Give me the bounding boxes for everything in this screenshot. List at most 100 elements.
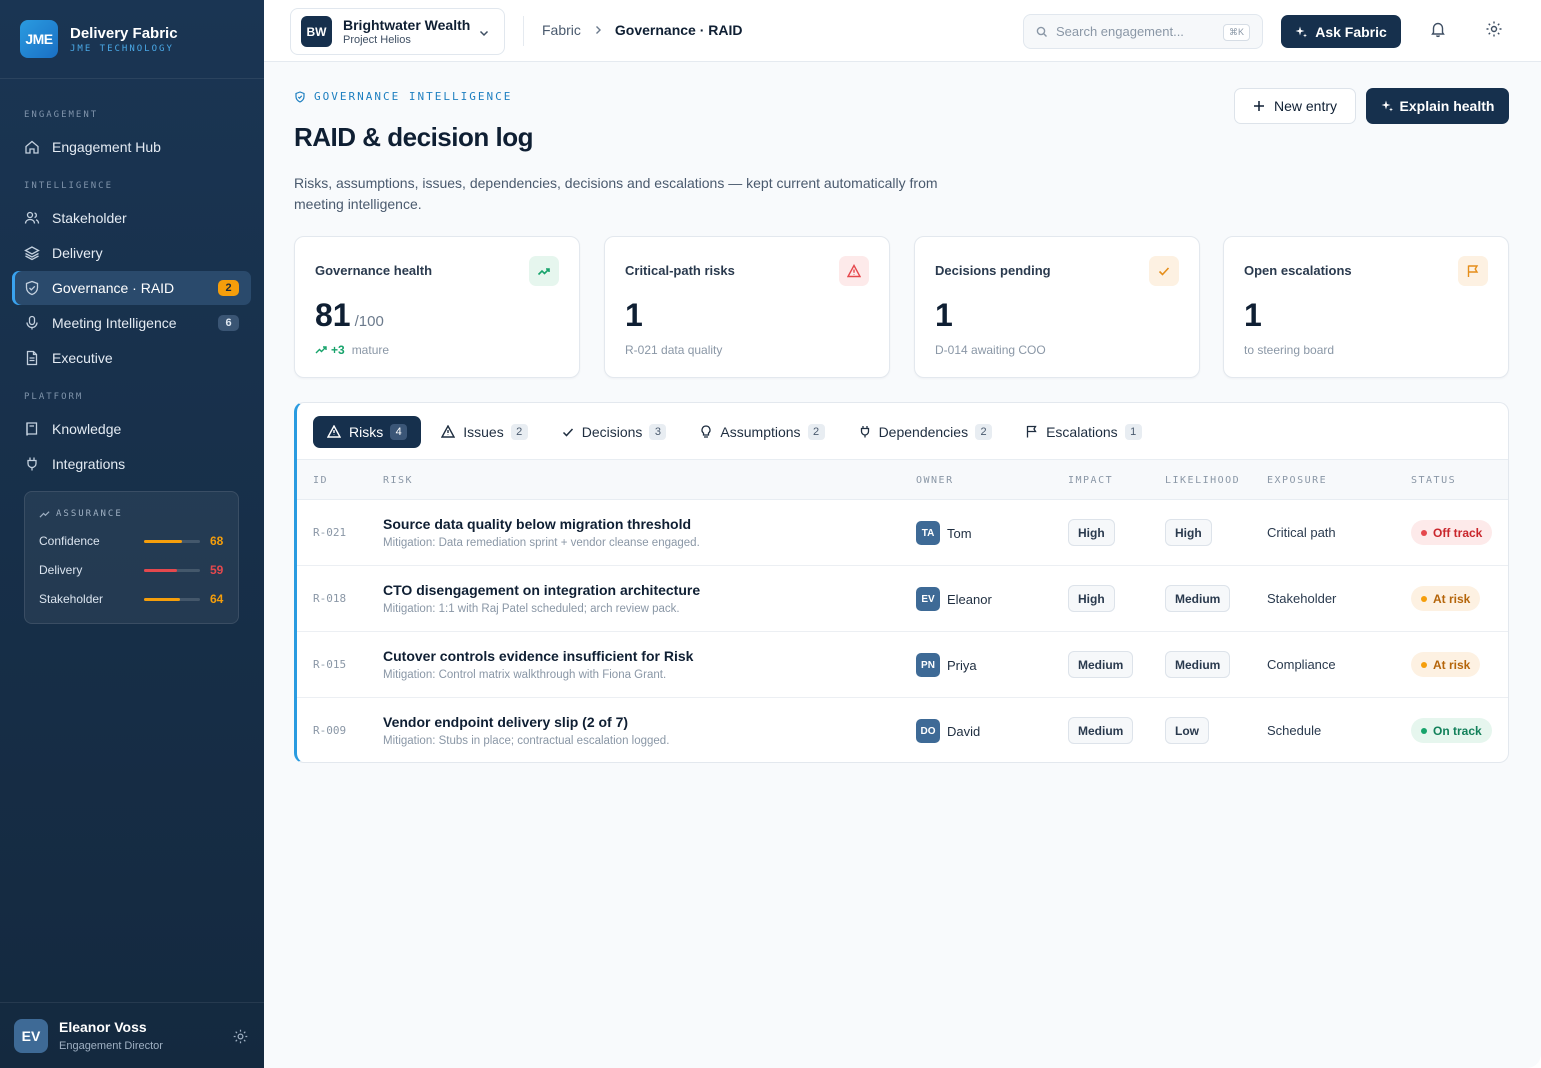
kpi-card-governance-health[interactable]: Governance health 81/100 +3 mature (294, 236, 580, 378)
engagement-badge: BW (301, 16, 332, 47)
tab-issues[interactable]: Issues 2 (427, 416, 541, 448)
table-row[interactable]: R-015 Cutover controls evidence insuffici… (297, 632, 1508, 698)
user-name: Eleanor Voss (59, 1019, 147, 1035)
owner-name: Eleanor (947, 591, 992, 607)
search-box[interactable]: ⌘K (1023, 14, 1263, 49)
section-label-intelligence: INTELLIGENCE (24, 181, 114, 191)
tab-escalations[interactable]: Escalations 1 (1012, 416, 1156, 448)
status-label: On track (1433, 723, 1482, 738)
book-icon (24, 421, 40, 437)
risk-mitigation: Mitigation: Control matrix walkthrough w… (383, 669, 667, 681)
column-header-exposure[interactable]: EXPOSURE (1267, 475, 1327, 486)
column-header-status[interactable]: STATUS (1411, 475, 1456, 486)
sidebar-item-integrations[interactable]: Integrations (12, 447, 251, 481)
user-role: Engagement Director (59, 1040, 163, 1052)
flag-icon (1458, 256, 1488, 286)
breadcrumb-parent[interactable]: Fabric (542, 22, 581, 38)
shield-icon (294, 90, 306, 103)
search-input[interactable] (1056, 24, 1216, 39)
status-label: At risk (1433, 591, 1471, 606)
risk-exposure: Compliance (1267, 657, 1336, 672)
sidebar-item-stakeholder[interactable]: Stakeholder (12, 201, 251, 235)
tab-dependencies[interactable]: Dependencies 2 (845, 416, 1007, 448)
status-dot (1421, 529, 1427, 536)
kpi-value: 1 (625, 297, 643, 333)
assurance-label: Delivery (39, 563, 83, 577)
risk-title[interactable]: Vendor endpoint delivery slip (2 of 7) (383, 714, 628, 730)
tab-count: 2 (510, 423, 528, 440)
table-header: ID RISK OWNER IMPACT LIKELIHOOD EXPOSURE… (297, 459, 1508, 500)
raid-tabs: Risks 4 Issues 2 Decisions 3 Assumptions 2 D… (313, 415, 1162, 448)
risk-id: R-021 (313, 526, 347, 539)
risk-exposure: Critical path (1267, 525, 1336, 540)
breadcrumb-current: Governance · RAID (614, 22, 743, 38)
kpi-note: +3 mature (315, 343, 389, 357)
ask-fabric-button[interactable]: Ask Fabric (1281, 15, 1401, 48)
assurance-value: 59 (210, 563, 224, 577)
status-dot (1421, 595, 1427, 602)
impact-badge: High (1068, 519, 1115, 546)
column-header-id[interactable]: ID (313, 475, 328, 486)
sidebar-item-label: Executive (52, 350, 113, 366)
risk-owner: TA Tom (916, 521, 972, 545)
status-dot (1421, 727, 1427, 734)
tab-assumptions[interactable]: Assumptions 2 (686, 416, 838, 448)
engagement-selector[interactable]: BW Brightwater Wealth Project Helios (290, 8, 505, 55)
kpi-card-decisions-pending[interactable]: Decisions pending 1 D-014 awaiting COO (914, 236, 1200, 378)
sidebar-item-executive[interactable]: Executive (12, 341, 251, 375)
bell-icon[interactable] (1429, 20, 1447, 43)
tab-count: 1 (1124, 423, 1142, 440)
brand-logo: JME (20, 20, 58, 58)
column-header-owner[interactable]: OWNER (916, 475, 954, 486)
risk-exposure: Stakeholder (1267, 591, 1337, 606)
risk-title[interactable]: Cutover controls evidence insufficient f… (383, 648, 693, 664)
owner-name: Priya (947, 657, 977, 673)
sidebar-item-meeting-intelligence[interactable]: Meeting Intelligence 6 (12, 306, 251, 340)
kpi-note: to steering board (1244, 343, 1335, 357)
risk-id: R-009 (313, 724, 347, 737)
tab-decisions[interactable]: Decisions 3 (548, 416, 681, 448)
risk-title[interactable]: CTO disengagement on integration archite… (383, 582, 700, 598)
status-dot (1421, 661, 1427, 668)
column-header-risk[interactable]: RISK (383, 475, 413, 486)
risk-title[interactable]: Source data quality below migration thre… (383, 516, 691, 532)
shield-icon (24, 280, 40, 296)
column-header-likelihood[interactable]: LIKELIHOOD (1165, 475, 1240, 486)
status-label: At risk (1433, 657, 1471, 672)
status-label: Off track (1433, 525, 1483, 540)
avatar: DO (916, 719, 940, 743)
kpi-delta: +3 (315, 343, 345, 357)
brand[interactable]: JME Delivery Fabric JME TECHNOLOGY (20, 20, 178, 58)
sidebar-item-knowledge[interactable]: Knowledge (12, 412, 251, 446)
sidebar-item-governance-raid[interactable]: Governance · RAID 2 (12, 271, 251, 305)
assurance-bar (144, 597, 200, 601)
table-row[interactable]: R-018 CTO disengagement on integration ar… (297, 566, 1508, 632)
assurance-bar-fill (144, 539, 183, 543)
avatar: EV (916, 587, 940, 611)
gear-icon[interactable] (232, 1028, 249, 1050)
tab-count: 2 (975, 423, 993, 440)
ask-fabric-label: Ask Fabric (1315, 23, 1387, 40)
kpi-card-open-escalations[interactable]: Open escalations 1 to steering board (1223, 236, 1509, 378)
tab-count: 3 (649, 423, 667, 440)
tab-risks[interactable]: Risks 4 (313, 415, 422, 448)
sidebar-item-engagement-hub[interactable]: Engagement Hub (12, 130, 251, 164)
column-header-impact[interactable]: IMPACT (1068, 475, 1113, 486)
kpi-card-critical-path-risks[interactable]: Critical-path risks 1 R-021 data quality (604, 236, 890, 378)
new-entry-button[interactable]: New entry (1234, 88, 1356, 124)
assurance-bar-fill (144, 597, 180, 601)
sidebar-item-label: Governance · RAID (52, 280, 175, 296)
sidebar-item-delivery[interactable]: Delivery (12, 236, 251, 270)
user-profile[interactable]: EV Eleanor Voss Engagement Director (0, 1002, 264, 1068)
status-badge: On track (1411, 718, 1492, 743)
assurance-row-stakeholder: Stakeholder 64 (39, 591, 227, 607)
tab-count: 2 (807, 423, 825, 440)
assurance-value: 64 (210, 592, 224, 606)
table-row[interactable]: R-009 Vendor endpoint delivery slip (2 of… (297, 698, 1508, 762)
explain-health-button[interactable]: Explain health (1366, 88, 1509, 124)
sidebar-item-label: Stakeholder (52, 210, 127, 226)
mic-icon (24, 315, 40, 331)
table-row[interactable]: R-021 Source data quality below migration… (297, 500, 1508, 566)
gear-icon[interactable] (1485, 20, 1503, 43)
kpi-label: Decisions pending (935, 263, 1051, 278)
